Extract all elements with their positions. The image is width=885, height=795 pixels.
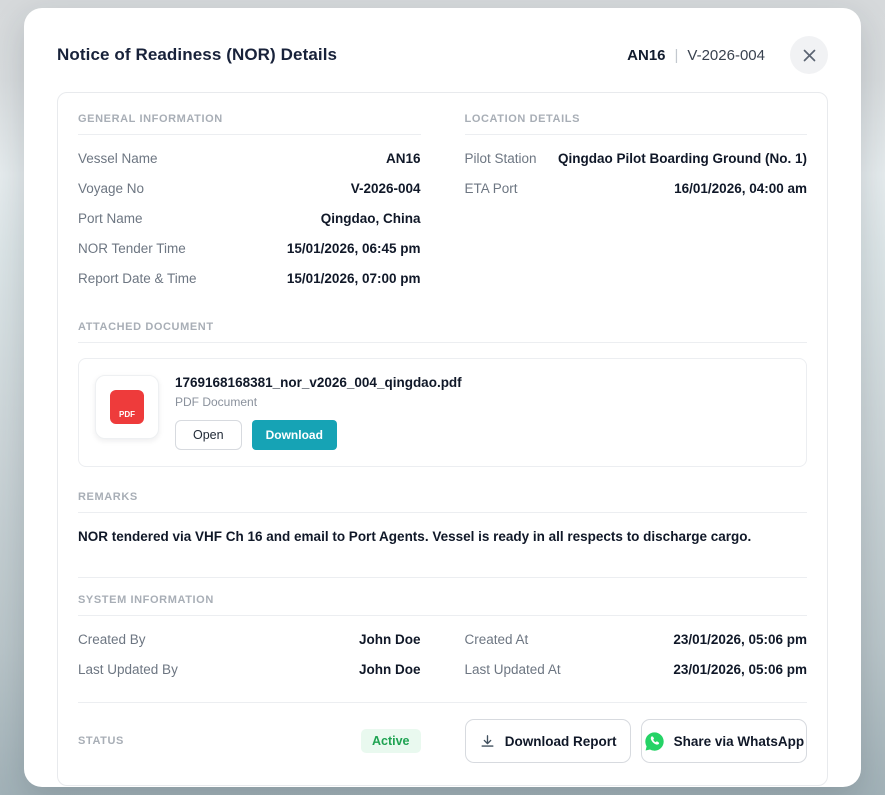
modal-header: Notice of Readiness (NOR) Details AN16 |… [57, 8, 828, 92]
vessel-name-value: AN16 [386, 151, 421, 166]
reference-divider: | [675, 47, 679, 64]
status-badge: Active [361, 729, 421, 753]
status-row: Status Active [78, 729, 421, 753]
location-details-rows: Pilot Station Qingdao Pilot Boarding Gro… [465, 143, 808, 203]
location-details-heading: Location Details [465, 113, 808, 135]
share-whatsapp-label: Share via WhatsApp [674, 734, 805, 749]
eta-port-label: ETA Port [465, 181, 518, 196]
last-updated-at-label: Last Updated At [465, 662, 561, 677]
voyage-no-row: Voyage No V-2026-004 [78, 173, 421, 203]
close-button[interactable] [790, 36, 828, 74]
general-information-section: General Information Vessel Name AN16 Voy… [78, 113, 421, 293]
voyage-no-label: Voyage No [78, 181, 144, 196]
created-by-label: Created By [78, 632, 146, 647]
port-name-value: Qingdao, China [321, 211, 421, 226]
vessel-name-row: Vessel Name AN16 [78, 143, 421, 173]
attachment-info: 1769168168381_nor_v2026_004_qingdao.pdf … [175, 375, 462, 450]
last-updated-at-row: Last Updated At 23/01/2026, 05:06 pm [465, 654, 808, 684]
pdf-file-icon: PDF [110, 390, 144, 424]
report-datetime-label: Report Date & Time [78, 271, 197, 286]
remarks-section: Remarks NOR tendered via VHF Ch 16 and e… [78, 491, 807, 578]
system-information-section: System Information Created By John Doe C… [78, 594, 807, 703]
vessel-name-label: Vessel Name [78, 151, 158, 166]
download-report-label: Download Report [505, 734, 617, 749]
created-by-value: John Doe [359, 632, 421, 647]
remarks-heading: Remarks [78, 491, 807, 513]
attachment-card: PDF 1769168168381_nor_v2026_004_qingdao.… [78, 358, 807, 467]
nor-tender-time-row: NOR Tender Time 15/01/2026, 06:45 pm [78, 233, 421, 263]
nor-tender-time-label: NOR Tender Time [78, 241, 186, 256]
general-information-heading: General Information [78, 113, 421, 135]
header-reference: AN16 | V-2026-004 [627, 36, 828, 74]
eta-port-value: 16/01/2026, 04:00 am [674, 181, 807, 196]
created-at-value: 23/01/2026, 05:06 pm [673, 632, 807, 647]
created-at-label: Created At [465, 632, 529, 647]
share-whatsapp-button[interactable]: Share via WhatsApp [641, 719, 807, 763]
nor-details-modal: Notice of Readiness (NOR) Details AN16 |… [24, 8, 861, 787]
last-updated-by-label: Last Updated By [78, 662, 178, 677]
modal-title: Notice of Readiness (NOR) Details [57, 45, 337, 65]
created-by-row: Created By John Doe [78, 624, 421, 654]
created-at-row: Created At 23/01/2026, 05:06 pm [465, 624, 808, 654]
pilot-station-row: Pilot Station Qingdao Pilot Boarding Gro… [465, 143, 808, 173]
close-icon [802, 48, 817, 63]
download-report-icon [479, 733, 496, 750]
info-columns: General Information Vessel Name AN16 Voy… [78, 113, 807, 293]
last-updated-by-row: Last Updated By John Doe [78, 654, 421, 684]
report-datetime-value: 15/01/2026, 07:00 pm [287, 271, 421, 286]
attached-document-section: Attached Document PDF 1769168168381_nor_… [78, 321, 807, 467]
modal-footer: Status Active Download Report [78, 719, 807, 763]
download-button[interactable]: Download [252, 420, 337, 450]
voyage-code: V-2026-004 [687, 47, 765, 64]
eta-port-row: ETA Port 16/01/2026, 04:00 am [465, 173, 808, 203]
attachment-actions: Open Download [175, 420, 462, 450]
voyage-no-value: V-2026-004 [351, 181, 421, 196]
pilot-station-value: Qingdao Pilot Boarding Ground (No. 1) [558, 151, 807, 166]
details-card: General Information Vessel Name AN16 Voy… [57, 92, 828, 786]
vessel-code: AN16 [627, 47, 665, 64]
attachment-filetype: PDF Document [175, 395, 462, 409]
footer-actions: Download Report Share via WhatsApp [465, 719, 808, 763]
pdf-thumbnail: PDF [95, 375, 159, 439]
general-information-rows: Vessel Name AN16 Voyage No V-2026-004 Po… [78, 143, 421, 293]
report-datetime-row: Report Date & Time 15/01/2026, 07:00 pm [78, 263, 421, 293]
attachment-filename: 1769168168381_nor_v2026_004_qingdao.pdf [175, 375, 462, 390]
pilot-station-label: Pilot Station [465, 151, 537, 166]
port-name-row: Port Name Qingdao, China [78, 203, 421, 233]
open-button[interactable]: Open [175, 420, 242, 450]
remarks-text: NOR tendered via VHF Ch 16 and email to … [78, 527, 807, 578]
port-name-label: Port Name [78, 211, 143, 226]
system-information-heading: System Information [78, 594, 807, 616]
last-updated-by-value: John Doe [359, 662, 421, 677]
nor-tender-time-value: 15/01/2026, 06:45 pm [287, 241, 421, 256]
location-details-section: Location Details Pilot Station Qingdao P… [465, 113, 808, 203]
last-updated-at-value: 23/01/2026, 05:06 pm [673, 662, 807, 677]
system-information-rows: Created By John Doe Created At 23/01/202… [78, 624, 807, 703]
download-report-button[interactable]: Download Report [465, 719, 631, 763]
attached-document-heading: Attached Document [78, 321, 807, 343]
status-label: Status [78, 735, 124, 747]
whatsapp-icon [644, 731, 665, 752]
page-background: Notice of Readiness (NOR) Details AN16 |… [0, 0, 885, 795]
